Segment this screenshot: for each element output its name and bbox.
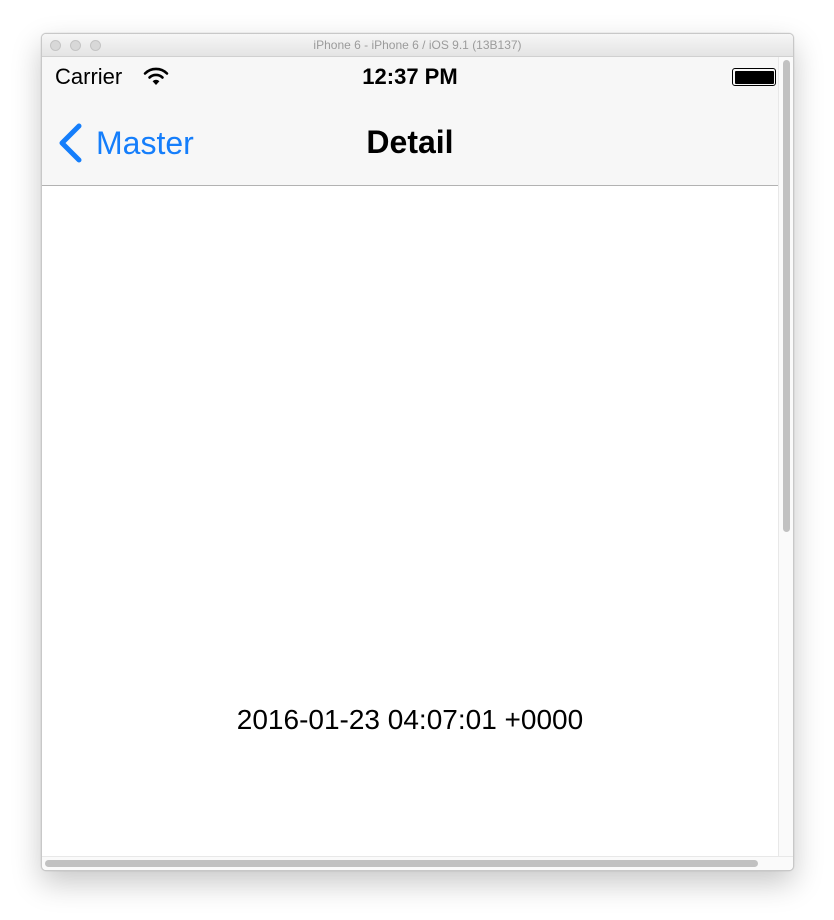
window-titlebar[interactable]: iPhone 6 - iPhone 6 / iOS 9.1 (13B137) (42, 34, 793, 57)
battery-full-icon (732, 68, 776, 86)
vertical-scrollbar-thumb[interactable] (783, 60, 790, 532)
detail-date-label: 2016-01-23 04:07:01 +0000 (236, 704, 584, 735)
battery-level-fill (734, 70, 774, 84)
vertical-scrollbar[interactable] (778, 57, 793, 856)
navigation-bar: Carrier 12:37 PM Master Detail (42, 57, 778, 186)
horizontal-scrollbar-thumb[interactable] (45, 860, 758, 867)
detail-content: 2016-01-23 04:07:01 +0000 (42, 186, 778, 856)
simulator-window: iPhone 6 - iPhone 6 / iOS 9.1 (13B137) C… (41, 33, 794, 871)
horizontal-scrollbar[interactable] (42, 856, 793, 870)
status-time: 12:37 PM (362, 64, 458, 89)
window-title: iPhone 6 - iPhone 6 / iOS 9.1 (13B137) (313, 38, 522, 52)
nav-title: Detail (366, 124, 454, 160)
device-screen: Carrier 12:37 PM Master Detail 2016-01-2… (42, 57, 778, 856)
